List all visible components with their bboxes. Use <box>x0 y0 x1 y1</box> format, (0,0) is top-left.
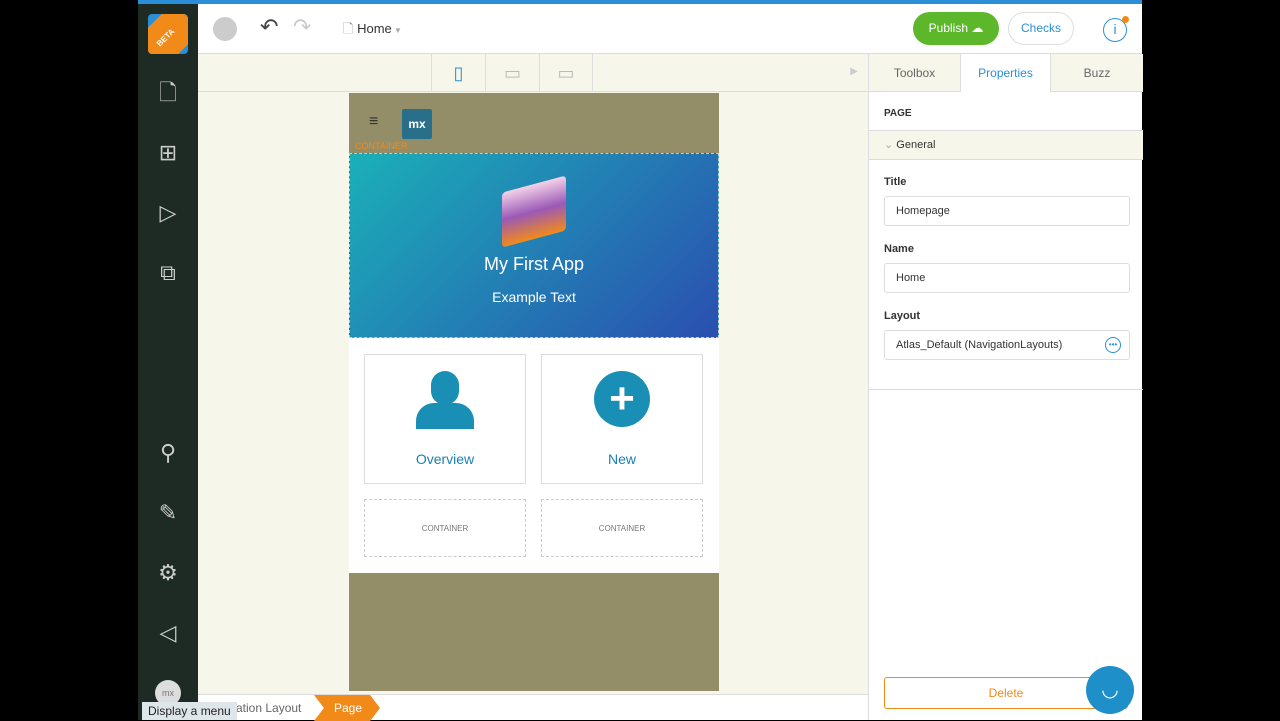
page-canvas: ≡ mx CONTAINER My First App Example Text… <box>349 93 719 691</box>
device-bar: ▯ ▭ ▭ ▶ <box>198 54 868 92</box>
breadcrumb-item-active[interactable]: Page <box>314 695 380 721</box>
phone-header: ≡ mx CONTAINER <box>349 93 719 153</box>
user-icon <box>416 371 474 429</box>
phone-view-button[interactable]: ▯ <box>431 54 485 92</box>
section-title: PAGE <box>884 108 912 119</box>
container-placeholder[interactable]: CONTAINER <box>364 499 526 557</box>
app-stack-icon <box>502 175 566 248</box>
chat-icon[interactable]: ◡ <box>1086 666 1134 714</box>
tablet-view-button[interactable]: ▭ <box>485 54 539 92</box>
page-selector[interactable]: 🗋 Home ▼ <box>343 20 402 42</box>
divider <box>869 389 1143 390</box>
app-logo: mx <box>402 109 432 139</box>
more-options-icon[interactable]: ••• <box>1105 337 1121 353</box>
beta-ribbon: BETA <box>148 14 188 54</box>
hero-title: My First App <box>483 254 585 274</box>
tab-properties[interactable]: Properties <box>960 54 1051 92</box>
layout-field[interactable]: Atlas_Default (NavigationLayouts) ••• <box>884 330 1130 360</box>
collapse-arrow-icon[interactable]: ▶ <box>850 66 858 77</box>
undo-icon[interactable]: ↶ <box>260 14 278 40</box>
search-icon[interactable]: ⚲ <box>153 438 183 468</box>
info-icon[interactable]: i <box>1103 16 1129 42</box>
gear-icon[interactable]: ⚙ <box>153 558 183 588</box>
chevron-down-icon: ▼ <box>391 26 402 35</box>
container-label: CONTAINER <box>355 141 408 151</box>
overview-tile[interactable]: Overview <box>364 354 526 484</box>
brush-icon[interactable]: ✎ <box>153 498 183 528</box>
publish-button[interactable]: Publish ☁ <box>913 12 999 45</box>
play-icon[interactable]: ▷ <box>153 198 183 228</box>
title-field[interactable]: Homepage <box>884 196 1130 226</box>
general-group-header[interactable]: ⌄ General <box>869 130 1143 160</box>
notification-dot <box>1122 16 1129 23</box>
tile-label: New <box>607 451 636 467</box>
breadcrumb: ation Layout Page <box>198 694 868 721</box>
tiles-area: Overview + New CONTAINER CONTAINER <box>349 338 719 573</box>
field-label: Title <box>884 176 907 188</box>
app-window: mxBETA 🗋 ⊞ ▷ ⧉ ⚲ ✎ ⚙ ◁ mx Display a menu… <box>138 0 1143 721</box>
field-label: Name <box>884 243 914 255</box>
mendix-logo[interactable]: mxBETA <box>148 14 188 54</box>
redo-icon[interactable]: ↷ <box>293 14 311 40</box>
top-toolbar: ↶ ↷ 🗋 Home ▼ Publish ☁ Checks i <box>198 4 1142 54</box>
tab-buzz[interactable]: Buzz <box>1051 54 1143 92</box>
chevron-down-icon: ⌄ <box>884 139 897 151</box>
plus-circle-icon: + <box>594 371 650 427</box>
page-icon: 🗋 <box>343 21 358 36</box>
tab-toolbox[interactable]: Toolbox <box>869 54 960 92</box>
tooltip: Display a menu <box>142 702 237 720</box>
status-circle <box>213 17 237 41</box>
field-label: Layout <box>884 310 921 322</box>
sidebar: mxBETA 🗋 ⊞ ▷ ⧉ ⚲ ✎ ⚙ ◁ mx <box>138 4 198 720</box>
container-placeholder[interactable]: CONTAINER <box>541 499 703 557</box>
new-tile[interactable]: + New <box>541 354 703 484</box>
tile-label: Overview <box>415 451 475 467</box>
hamburger-icon[interactable]: ≡ <box>369 113 378 131</box>
hero-subtitle: Example Text <box>492 289 576 305</box>
cloud-upload-icon: ☁ <box>971 21 984 35</box>
checks-button[interactable]: Checks <box>1008 12 1074 45</box>
properties-panel: Toolbox Properties Buzz PAGE ⌄ General T… <box>868 54 1143 720</box>
page-icon[interactable]: 🗋 <box>153 78 183 108</box>
megaphone-icon[interactable]: ◁ <box>153 618 183 648</box>
name-field[interactable]: Home <box>884 263 1130 293</box>
app-structure-icon[interactable]: ⊞ <box>153 138 183 168</box>
desktop-view-button[interactable]: ▭ <box>539 54 593 92</box>
pages-icon[interactable]: ⧉ <box>153 258 183 288</box>
hero-header[interactable]: My First App Example Text <box>349 153 719 338</box>
breadcrumb-item[interactable]: ation Layout <box>236 701 301 715</box>
